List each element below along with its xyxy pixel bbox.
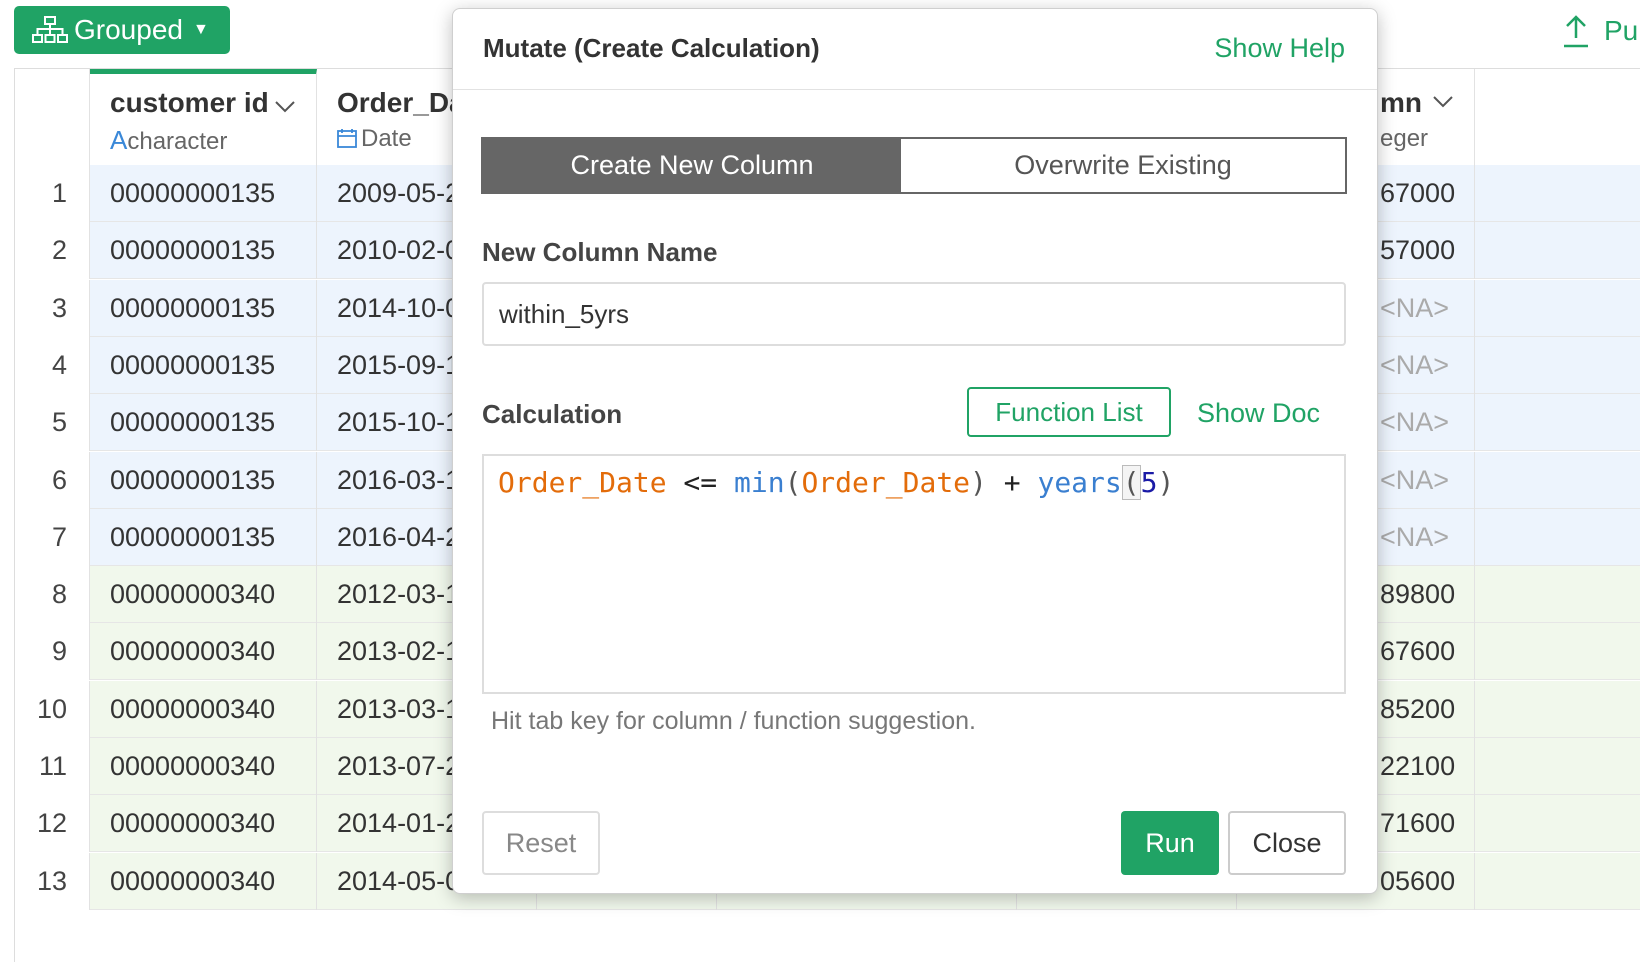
function-list-button[interactable]: Function List: [967, 387, 1171, 437]
column-type-label: Date: [361, 125, 412, 152]
column-type-label: character: [127, 128, 228, 155]
dialog-title: Mutate (Create Calculation): [483, 33, 820, 63]
row-number: 7: [15, 508, 90, 566]
new-column-name-input[interactable]: within_5yrs: [482, 282, 1346, 346]
row-number: 9: [15, 623, 90, 681]
row-number: 8: [15, 566, 90, 624]
cell-customer-id: 00000000340: [90, 623, 317, 681]
grouped-button[interactable]: Grouped ▼: [14, 6, 230, 54]
row-number: 4: [15, 336, 90, 394]
run-button[interactable]: Run: [1121, 811, 1219, 875]
publish-label: Pu: [1604, 15, 1639, 46]
row-number: 6: [15, 451, 90, 509]
cell-customer-id: 00000000135: [90, 451, 317, 509]
show-doc-link[interactable]: Show Doc: [1197, 398, 1320, 429]
reset-button[interactable]: Reset: [482, 811, 600, 875]
mutate-dialog: Mutate (Create Calculation) Show Help Cr…: [452, 8, 1378, 894]
code-token: ): [1157, 466, 1175, 499]
row-number: 3: [15, 279, 90, 337]
character-type-icon: A: [110, 125, 128, 155]
new-column-name-label: New Column Name: [482, 237, 718, 267]
cell-customer-id: 00000000135: [90, 279, 317, 337]
cell-customer-id: 00000000135: [90, 222, 317, 280]
code-token: min: [734, 466, 785, 499]
code-token: Order_Date: [498, 466, 667, 499]
row-number: 12: [15, 795, 90, 853]
code-token: years: [1037, 466, 1122, 499]
column-type: eger: [1380, 125, 1429, 152]
caret-down-icon: ▼: [192, 21, 209, 38]
code-token: (: [1121, 465, 1141, 500]
cell-customer-id: 00000000340: [90, 852, 317, 910]
code-token: 5: [1140, 466, 1158, 499]
grouped-label: Grouped: [74, 14, 183, 45]
cell-customer-id: 00000000340: [90, 680, 317, 738]
editor-hint: Hit tab key for column / function sugges…: [491, 707, 976, 735]
code-token: ): [970, 466, 987, 499]
code-token: (: [784, 466, 802, 499]
calculation-editor[interactable]: Order_Date <= min(Order_Date) + years(5): [482, 454, 1346, 694]
column-type: Acharacter: [110, 125, 296, 156]
cell-customer-id: 00000000135: [90, 394, 317, 452]
divider: [453, 89, 1377, 90]
hierarchy-icon: [32, 16, 68, 44]
tab-create-new-column[interactable]: Create New Column: [483, 139, 901, 192]
calculation-label: Calculation: [482, 399, 623, 429]
row-number: 5: [15, 394, 90, 452]
column-mode-toggle: Create New Column Overwrite Existing: [481, 137, 1347, 194]
cell-customer-id: 00000000135: [90, 508, 317, 566]
cell-customer-id: 00000000135: [90, 336, 317, 394]
column-name: customer id: [110, 87, 269, 118]
calendar-icon: [337, 129, 357, 148]
code-token: <=: [666, 466, 735, 499]
tab-overwrite-existing[interactable]: Overwrite Existing: [901, 139, 1345, 192]
row-number: 10: [15, 680, 90, 738]
row-number-header: [15, 69, 90, 166]
upload-icon: [1564, 15, 1588, 48]
cell-customer-id: 00000000340: [90, 795, 317, 853]
chevron-down-icon[interactable]: [1432, 95, 1454, 109]
row-number: 1: [15, 165, 90, 222]
column-header-customer-id[interactable]: customer id Acharacter: [90, 69, 317, 166]
row-number: 11: [15, 738, 90, 795]
cell-customer-id: 00000000340: [90, 566, 317, 624]
code-token: +: [986, 466, 1038, 499]
cell-customer-id: 00000000135: [90, 165, 317, 222]
cell-customer-id: 00000000340: [90, 738, 317, 795]
row-number: 13: [15, 852, 90, 910]
row-number: 2: [15, 222, 90, 280]
chevron-down-icon[interactable]: [274, 100, 296, 114]
show-help-link[interactable]: Show Help: [1214, 33, 1345, 64]
publish-button[interactable]: Pu: [1562, 14, 1638, 48]
close-button[interactable]: Close: [1228, 811, 1346, 875]
code-token: Order_Date: [801, 466, 971, 499]
